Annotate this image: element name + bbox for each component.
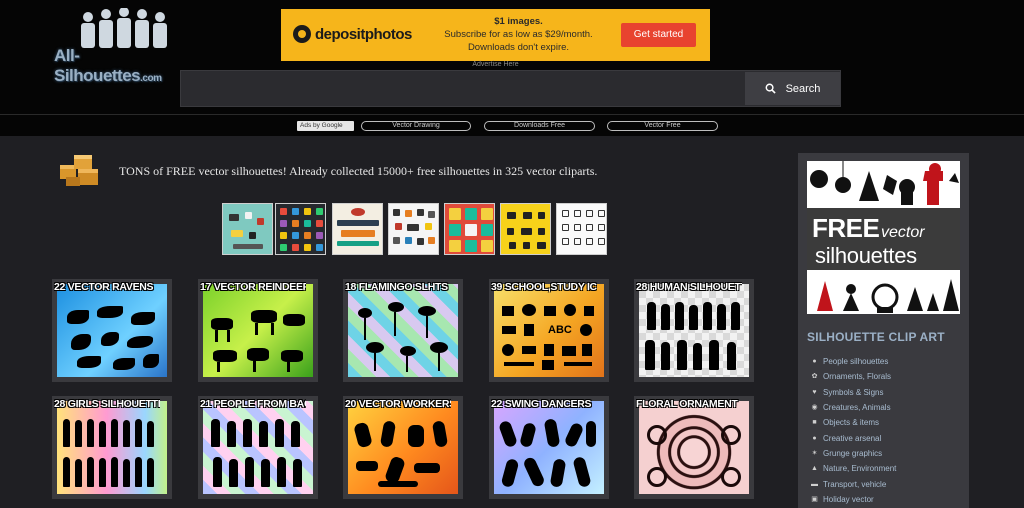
ad-brand-logo: depositphotos bbox=[293, 25, 412, 43]
sidebar-item-creatures[interactable]: ◉ Creatures, Animals bbox=[811, 400, 896, 415]
intro-text: TONS of FREE vector silhouettes! Already… bbox=[119, 164, 598, 178]
featured-thumb[interactable] bbox=[500, 203, 551, 255]
advertise-here-link[interactable]: Advertise Here bbox=[281, 61, 710, 68]
ad-link-downloads-free[interactable]: Downloads Free bbox=[484, 121, 595, 131]
sidebar-item-label: Transport, vehicle bbox=[823, 479, 887, 489]
ad-get-started-button[interactable]: Get started bbox=[621, 23, 696, 47]
clipart-tile[interactable]: 21 PEOPLE FROM BACK bbox=[198, 396, 318, 499]
ad-copy: $1 images. Subscribe for as low as $29/m… bbox=[444, 16, 593, 53]
featured-thumb[interactable] bbox=[444, 203, 495, 255]
ad-banner[interactable]: depositphotos $1 images. Subscribe for a… bbox=[281, 9, 710, 61]
sidebar-item-label: Holiday vector bbox=[823, 494, 874, 504]
sidebar-item-label: Nature, Environment bbox=[823, 464, 897, 474]
free-vector-silhouettes-banner[interactable]: FREE vector silhouettes bbox=[807, 161, 960, 314]
ads-by-google-badge[interactable]: Ads by Google bbox=[297, 121, 354, 131]
tile-title: 22 SWING DANCERS bbox=[491, 398, 592, 410]
sidebar-item-label: Creative arsenal bbox=[823, 433, 882, 443]
sidebar-item-label: Objects & items bbox=[823, 418, 880, 428]
promo-silhouettes: silhouettes bbox=[815, 243, 917, 268]
tree-icon: ▲ bbox=[811, 465, 818, 473]
clipart-thumbnail: ABC bbox=[494, 284, 604, 377]
ad-link-vector-drawing[interactable]: Vector Drawing bbox=[361, 121, 471, 131]
ad-link-vector-free[interactable]: Vector Free bbox=[607, 121, 718, 131]
tile-title: FLORAL ORNAMENT bbox=[636, 398, 738, 410]
sidebar-item-nature[interactable]: ▲ Nature, Environment bbox=[811, 461, 896, 476]
boxes-icon bbox=[60, 155, 98, 186]
clipart-tile[interactable]: 17 VECTOR REINDEER bbox=[198, 279, 318, 382]
clipart-thumbnail bbox=[494, 401, 604, 494]
clipart-tile[interactable]: 28 HUMAN SILHOUETTES bbox=[634, 279, 754, 382]
sidebar-item-label: Symbols & Signs bbox=[823, 387, 884, 397]
depositphotos-icon bbox=[293, 25, 311, 43]
promo-free: FREE bbox=[812, 213, 880, 243]
search-button[interactable]: Search bbox=[745, 72, 840, 105]
featured-thumb[interactable] bbox=[556, 203, 607, 255]
sidebar-item-label: Grunge graphics bbox=[823, 448, 883, 458]
clipart-thumbnail bbox=[203, 401, 313, 494]
featured-thumb[interactable] bbox=[222, 203, 273, 255]
ad-link-bar: Ads by Google Vector Drawing Downloads F… bbox=[0, 114, 1024, 136]
sidebar-item-symbols[interactable]: ♥ Symbols & Signs bbox=[811, 385, 896, 400]
tile-title: 17 VECTOR REINDEER bbox=[200, 281, 306, 293]
clipart-thumbnail bbox=[57, 284, 167, 377]
sidebar-item-holiday[interactable]: ▣ Holiday vector bbox=[811, 492, 896, 507]
splat-icon: ✶ bbox=[811, 449, 818, 457]
search-button-label: Search bbox=[785, 82, 821, 95]
sidebar-item-creative[interactable]: ● Creative arsenal bbox=[811, 430, 896, 445]
clipart-tile[interactable]: 18 FLAMINGO SLHTS bbox=[343, 279, 463, 382]
sidebar-item-label: Creatures, Animals bbox=[823, 403, 891, 413]
heart-icon: ♥ bbox=[812, 388, 817, 396]
clipart-thumbnail bbox=[203, 284, 313, 377]
clipart-tile[interactable]: FLORAL ORNAMENT bbox=[634, 396, 754, 499]
tile-title: 18 FLAMINGO SLHTS bbox=[345, 281, 448, 293]
car-icon: ▬ bbox=[811, 480, 818, 488]
sidebar-heading: SILHOUETTE CLIP ART bbox=[807, 330, 945, 344]
person-icon: ● bbox=[812, 358, 817, 366]
sidebar-item-objects[interactable]: ■ Objects & items bbox=[811, 415, 896, 430]
silhouette-group-icon bbox=[81, 8, 167, 48]
clipart-tile[interactable]: 22 SWING DANCERS bbox=[489, 396, 609, 499]
search-icon bbox=[765, 83, 776, 94]
featured-thumb[interactable] bbox=[275, 203, 326, 255]
category-list: ● People silhouettes ✿ Ornaments, Florals … bbox=[811, 354, 896, 507]
bulb-icon: ● bbox=[812, 434, 817, 442]
tile-title: 39 SCHOOL,STUDY ICONS bbox=[491, 281, 597, 293]
clipart-tile[interactable]: 20 VECTOR WORKERS bbox=[343, 396, 463, 499]
logo-wordmark: All-Silhouettes.com bbox=[54, 46, 162, 85]
clipart-tile[interactable]: ABC 39 SCHOOL,STUDY ICONS bbox=[489, 279, 609, 382]
paw-icon: ◉ bbox=[811, 404, 818, 412]
gift-icon: ▣ bbox=[811, 495, 818, 503]
clipart-tile[interactable]: 28 GIRLS SILHOUETTES bbox=[52, 396, 172, 499]
site-logo[interactable]: All-Silhouettes.com bbox=[54, 8, 186, 85]
sidebar-item-ornaments[interactable]: ✿ Ornaments, Florals bbox=[811, 369, 896, 384]
promo-vector: vector bbox=[881, 224, 925, 241]
sidebar-item-label: People silhouettes bbox=[823, 357, 889, 367]
ad-brand-name: depositphotos bbox=[315, 25, 412, 43]
cube-icon: ■ bbox=[812, 419, 817, 427]
sidebar: FREE vector silhouettes SILHOUETTE CLIP … bbox=[798, 153, 969, 508]
featured-thumb[interactable] bbox=[332, 203, 383, 255]
clipart-thumbnail bbox=[348, 401, 458, 494]
clipart-thumbnail bbox=[639, 284, 749, 377]
tile-title: 28 HUMAN SILHOUETTES bbox=[636, 281, 742, 293]
sidebar-item-grunge[interactable]: ✶ Grunge graphics bbox=[811, 446, 896, 461]
search-bar: Search bbox=[180, 70, 841, 107]
tile-title: 22 VECTOR RAVENS bbox=[54, 281, 154, 293]
search-input[interactable] bbox=[181, 71, 744, 106]
site-header: All-Silhouettes.com depositphotos $1 ima… bbox=[0, 0, 1024, 114]
sidebar-item-label: Ornaments, Florals bbox=[823, 372, 892, 382]
tile-title: 28 GIRLS SILHOUETTES bbox=[54, 398, 160, 410]
clipart-thumbnail bbox=[348, 284, 458, 377]
clipart-thumbnail bbox=[639, 401, 749, 494]
tile-title: 20 VECTOR WORKERS bbox=[345, 398, 451, 410]
sidebar-item-people[interactable]: ● People silhouettes bbox=[811, 354, 896, 369]
tile-title: 21 PEOPLE FROM BACK bbox=[200, 398, 306, 410]
swirl-icon: ✿ bbox=[811, 373, 818, 381]
clipart-tile[interactable]: 22 VECTOR RAVENS bbox=[52, 279, 172, 382]
featured-thumb[interactable] bbox=[388, 203, 439, 255]
sidebar-item-transport[interactable]: ▬ Transport, vehicle bbox=[811, 476, 896, 491]
clipart-thumbnail bbox=[57, 401, 167, 494]
